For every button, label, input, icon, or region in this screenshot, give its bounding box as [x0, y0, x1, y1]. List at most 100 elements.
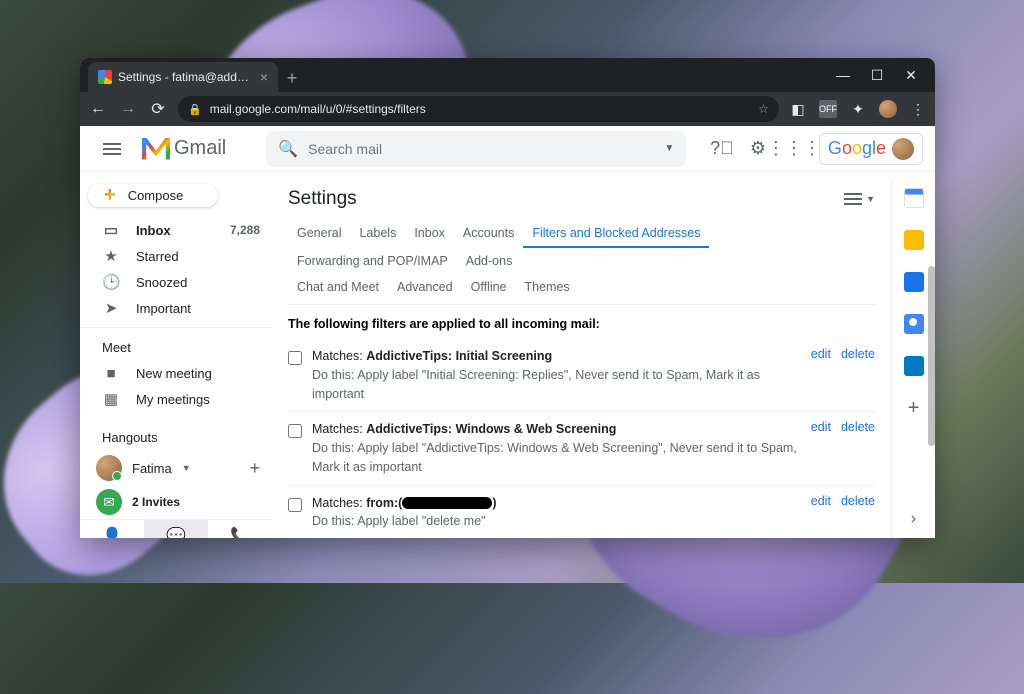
- hangouts-user-name: Fatima: [132, 461, 172, 476]
- extension-icon-2[interactable]: OFF: [819, 100, 837, 118]
- gmail-logo[interactable]: Gmail: [142, 137, 226, 160]
- density-icon: [844, 193, 862, 205]
- delete-filter-link[interactable]: delete: [841, 347, 875, 361]
- phone-tab-icon[interactable]: 📞: [208, 520, 272, 538]
- gmail-name: Gmail: [174, 137, 226, 160]
- edit-filter-link[interactable]: edit: [811, 494, 831, 508]
- google-logo-text: Google: [828, 138, 886, 159]
- settings-gear-icon[interactable]: ⚙: [747, 138, 769, 160]
- hangouts-invites-row[interactable]: ✉ 2 Invites: [80, 485, 272, 519]
- contacts-addon-icon[interactable]: [904, 314, 924, 334]
- filter-checkbox[interactable]: [288, 351, 302, 365]
- chevron-down-icon[interactable]: ▼: [182, 463, 191, 473]
- hangouts-bottom-tabs: 👤 💬 📞: [80, 519, 272, 538]
- tab-inbox[interactable]: Inbox: [405, 220, 454, 248]
- plus-icon: +: [104, 184, 116, 207]
- search-icon[interactable]: 🔍: [278, 139, 298, 159]
- video-icon: ■: [102, 365, 120, 382]
- sidebar-item-inbox[interactable]: ▭ Inbox 7,288: [80, 217, 272, 243]
- bookmark-star-icon[interactable]: ☆: [758, 102, 769, 116]
- search-input[interactable]: [308, 141, 654, 157]
- forward-icon[interactable]: →: [118, 100, 138, 118]
- extension-icons: ◧ OFF ✦ ⋮: [789, 100, 927, 118]
- sidebar-item-snoozed[interactable]: 🕒 Snoozed: [80, 269, 272, 295]
- url-input[interactable]: 🔒 mail.google.com/mail/u/0/#settings/fil…: [178, 96, 779, 122]
- search-bar[interactable]: 🔍 ▼: [266, 131, 686, 167]
- sidebar-item-label: My meetings: [136, 392, 210, 407]
- page-title: Settings: [288, 188, 357, 210]
- tab-advanced[interactable]: Advanced: [388, 274, 462, 300]
- main-menu-icon[interactable]: [92, 143, 132, 155]
- gmail-app: Gmail 🔍 ▼ ?⃝ ⚙ ⋮⋮⋮ Google + Compose: [80, 126, 935, 538]
- tab-title: Settings - fatima@addictivetips.c: [118, 70, 250, 84]
- gmail-header: Gmail 🔍 ▼ ?⃝ ⚙ ⋮⋮⋮ Google: [80, 126, 935, 172]
- inbox-icon: ▭: [102, 221, 120, 239]
- hangouts-section-header: Hangouts: [80, 418, 272, 451]
- tab-filters[interactable]: Filters and Blocked Addresses: [523, 220, 709, 248]
- account-avatar-icon: [892, 138, 914, 160]
- address-bar: ← → ⟳ 🔒 mail.google.com/mail/u/0/#settin…: [80, 92, 935, 126]
- profile-avatar-icon[interactable]: [879, 100, 897, 118]
- delete-filter-link[interactable]: delete: [841, 420, 875, 434]
- extensions-puzzle-icon[interactable]: ✦: [849, 100, 867, 118]
- sidebar-item-my-meetings[interactable]: ▦ My meetings: [80, 386, 272, 412]
- tab-forwarding[interactable]: Forwarding and POP/IMAP: [288, 248, 457, 274]
- maximize-icon[interactable]: ☐: [869, 67, 885, 84]
- window-controls: — ☐ ✕: [835, 67, 927, 92]
- density-toggle[interactable]: ▼: [844, 193, 875, 205]
- tasks-addon-icon[interactable]: [904, 272, 924, 292]
- tab-themes[interactable]: Themes: [516, 274, 579, 300]
- sidebar: + Compose ▭ Inbox 7,288 ★ Starred 🕒 Snoo…: [80, 126, 272, 538]
- close-window-icon[interactable]: ✕: [903, 67, 919, 84]
- filter-row: Matches: AddictiveTips: Initial Screenin…: [288, 339, 875, 412]
- hangouts-user-row[interactable]: Fatima ▼ +: [80, 451, 272, 485]
- settings-tabs: General Labels Inbox Accounts Filters an…: [288, 220, 875, 300]
- tab-labels[interactable]: Labels: [350, 220, 405, 248]
- tab-addons[interactable]: Add-ons: [457, 248, 522, 274]
- scrollbar-track: [927, 126, 935, 538]
- tab-general[interactable]: General: [288, 220, 350, 248]
- redacted-text: [402, 497, 492, 509]
- google-account-button[interactable]: Google: [819, 133, 923, 165]
- compose-button[interactable]: + Compose: [88, 184, 218, 207]
- delete-filter-link[interactable]: delete: [841, 494, 875, 508]
- tab-accounts[interactable]: Accounts: [454, 220, 523, 248]
- calendar-icon: ▦: [102, 390, 120, 408]
- support-icon[interactable]: ?⃝: [711, 138, 733, 160]
- collapse-panel-icon[interactable]: ›: [911, 510, 916, 528]
- apps-grid-icon[interactable]: ⋮⋮⋮: [783, 138, 805, 160]
- add-person-icon[interactable]: +: [249, 458, 260, 479]
- sidebar-item-label: New meeting: [136, 366, 212, 381]
- reload-icon[interactable]: ⟳: [148, 99, 168, 119]
- get-addons-icon[interactable]: +: [904, 398, 924, 418]
- trello-addon-icon[interactable]: [904, 356, 924, 376]
- lock-icon: 🔒: [188, 103, 202, 116]
- sidebar-item-new-meeting[interactable]: ■ New meeting: [80, 361, 272, 386]
- keep-addon-icon[interactable]: [904, 230, 924, 250]
- sidebar-item-important[interactable]: ➤ Important: [80, 295, 272, 321]
- browser-menu-icon[interactable]: ⋮: [909, 100, 927, 118]
- edit-filter-link[interactable]: edit: [811, 347, 831, 361]
- sidebar-item-starred[interactable]: ★ Starred: [80, 243, 272, 269]
- invites-badge-icon: ✉: [96, 489, 122, 515]
- tab-chat-meet[interactable]: Chat and Meet: [288, 274, 388, 300]
- search-options-icon[interactable]: ▼: [664, 143, 674, 154]
- minimize-icon[interactable]: —: [835, 67, 851, 84]
- edit-filter-link[interactable]: edit: [811, 420, 831, 434]
- filter-row: Matches: AddictiveTips: Windows & Web Sc…: [288, 412, 875, 485]
- scrollbar-thumb[interactable]: [928, 266, 935, 446]
- contacts-tab-icon[interactable]: 👤: [80, 520, 144, 538]
- chat-tab-icon[interactable]: 💬: [144, 520, 208, 538]
- browser-tab[interactable]: Settings - fatima@addictivetips.c ×: [88, 62, 278, 92]
- back-icon[interactable]: ←: [88, 100, 108, 118]
- close-tab-icon[interactable]: ×: [260, 69, 268, 85]
- new-tab-button[interactable]: +: [278, 64, 306, 92]
- extension-icon-1[interactable]: ◧: [789, 100, 807, 118]
- filter-checkbox[interactable]: [288, 498, 302, 512]
- filter-checkbox[interactable]: [288, 424, 302, 438]
- filters-intro-text: The following filters are applied to all…: [288, 304, 875, 339]
- tab-offline[interactable]: Offline: [462, 274, 516, 300]
- clock-icon: 🕒: [102, 273, 120, 291]
- filter-row: Matches: from:() Do this: Apply label "d…: [288, 486, 875, 539]
- calendar-addon-icon[interactable]: [904, 188, 924, 208]
